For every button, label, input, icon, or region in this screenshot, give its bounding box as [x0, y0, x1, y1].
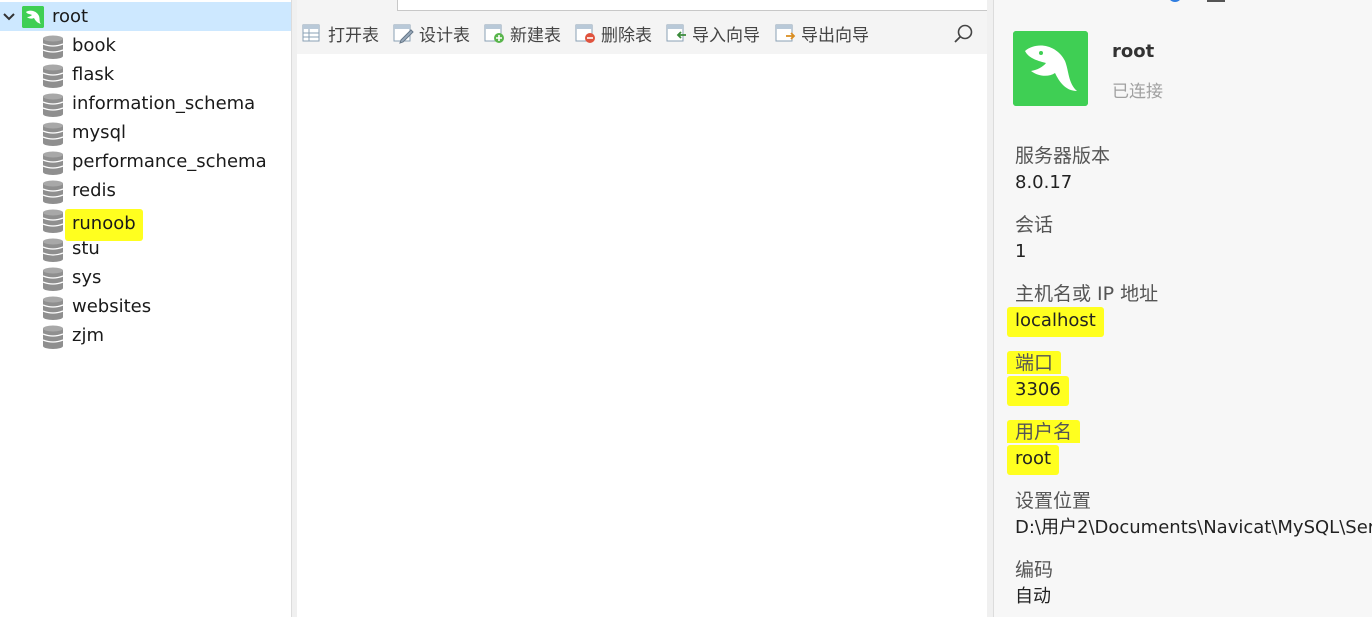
info-tab-icon[interactable]	[1168, 0, 1182, 2]
database-icon	[42, 64, 64, 88]
object-pane: 打开表 设计表 新建表 删除表 导入向导 导出向导	[297, 0, 988, 617]
connection-name: root	[52, 6, 89, 27]
settings-location-label: 设置位置	[1015, 490, 1092, 512]
database-name: information_schema	[72, 93, 256, 114]
host-value: localhost	[1007, 307, 1104, 337]
connection-title: root	[1112, 41, 1155, 62]
tree-item-database[interactable]: performance_schema	[0, 147, 291, 176]
import-wizard-button[interactable]: 导入向导	[665, 21, 760, 46]
database-name: stu	[72, 238, 100, 259]
settings-location-value: D:\用户2\Documents\Navicat\MySQL\Ser	[1015, 517, 1372, 538]
database-name: book	[72, 35, 116, 56]
database-icon	[42, 180, 64, 204]
username-value: root	[1007, 445, 1060, 475]
design-table-label: 设计表	[419, 25, 470, 46]
host-label: 主机名或 IP 地址	[1015, 283, 1159, 305]
connection-info-panel: root 已连接 服务器版本 8.0.17 会话 1 主机名或 IP 地址 lo…	[994, 0, 1372, 617]
chevron-down-icon[interactable]	[2, 6, 16, 26]
database-name: zjm	[72, 325, 104, 346]
database-name: sys	[72, 267, 102, 288]
tree-item-root-connection[interactable]: root	[0, 2, 291, 31]
open-table-button[interactable]: 打开表	[301, 21, 379, 46]
tree-item-database[interactable]: websites	[0, 292, 291, 321]
username-label: 用户名	[1007, 420, 1081, 443]
tree-item-database[interactable]: redis	[0, 176, 291, 205]
tree-item-database[interactable]: book	[0, 31, 291, 60]
database-icon	[42, 238, 64, 262]
host-field: 主机名或 IP 地址 localhost	[1007, 282, 1159, 337]
export-wizard-label: 导出向导	[801, 25, 869, 46]
database-icon	[42, 35, 64, 59]
open-table-label: 打开表	[328, 25, 379, 46]
mysql-dolphin-icon	[1013, 31, 1088, 106]
delete-table-icon	[575, 24, 595, 43]
tree-item-database[interactable]: runoob	[0, 205, 291, 241]
database-name: flask	[72, 64, 115, 85]
server-version-field: 服务器版本 8.0.17	[1015, 144, 1110, 194]
tree-item-database[interactable]: sys	[0, 263, 291, 292]
port-field: 端口 3306	[1007, 351, 1069, 406]
database-icon	[42, 209, 64, 233]
splitter-right[interactable]	[987, 0, 994, 617]
database-icon	[42, 296, 64, 320]
object-toolbar: 打开表 设计表 新建表 删除表 导入向导 导出向导	[297, 12, 987, 52]
tree-item-database[interactable]: stu	[0, 234, 291, 263]
tree-item-database[interactable]: information_schema	[0, 89, 291, 118]
export-icon	[775, 24, 796, 42]
database-name: performance_schema	[72, 151, 267, 172]
port-label: 端口	[1007, 351, 1062, 374]
design-table-icon	[393, 24, 414, 44]
export-wizard-button[interactable]: 导出向导	[774, 21, 869, 46]
database-name: redis	[72, 180, 116, 201]
new-table-icon	[484, 24, 504, 43]
tab-strip	[397, 0, 988, 11]
port-value: 3306	[1007, 376, 1069, 406]
settings-location-field: 设置位置 D:\用户2\Documents\Navicat\MySQL\Ser	[1015, 489, 1372, 539]
database-icon	[42, 151, 64, 175]
session-value: 1	[1015, 241, 1027, 262]
import-wizard-label: 导入向导	[692, 25, 760, 46]
session-label: 会话	[1015, 214, 1054, 236]
database-icon	[42, 122, 64, 146]
server-version-label: 服务器版本	[1015, 145, 1111, 167]
session-field: 会话 1	[1015, 213, 1053, 263]
tree-item-database[interactable]: flask	[0, 60, 291, 89]
search-icon[interactable]	[952, 22, 976, 46]
tree-item-database[interactable]: zjm	[0, 321, 291, 350]
mysql-connection-icon	[22, 6, 44, 28]
info-tab-underline	[1207, 0, 1225, 2]
tree-item-database[interactable]: mysql	[0, 118, 291, 147]
username-field: 用户名 root	[1007, 420, 1081, 475]
encoding-value: 自动	[1015, 586, 1051, 607]
database-icon	[42, 325, 64, 349]
database-name: mysql	[72, 122, 126, 143]
delete-table-label: 删除表	[601, 25, 652, 46]
database-icon	[42, 93, 64, 117]
database-icon	[42, 267, 64, 291]
new-table-button[interactable]: 新建表	[483, 21, 561, 46]
server-version-value: 8.0.17	[1015, 172, 1073, 193]
object-list-area[interactable]	[297, 54, 987, 617]
connection-tree: root book flask information_schemamysql per…	[0, 0, 291, 617]
connection-status: 已连接	[1112, 82, 1163, 102]
import-icon	[666, 24, 686, 42]
open-table-icon	[302, 24, 320, 42]
design-table-button[interactable]: 设计表	[392, 21, 470, 46]
database-name: websites	[72, 296, 152, 317]
delete-table-button[interactable]: 删除表	[574, 21, 652, 46]
encoding-label: 编码	[1015, 559, 1054, 581]
encoding-field: 编码 自动	[1015, 558, 1053, 608]
new-table-label: 新建表	[510, 25, 561, 46]
